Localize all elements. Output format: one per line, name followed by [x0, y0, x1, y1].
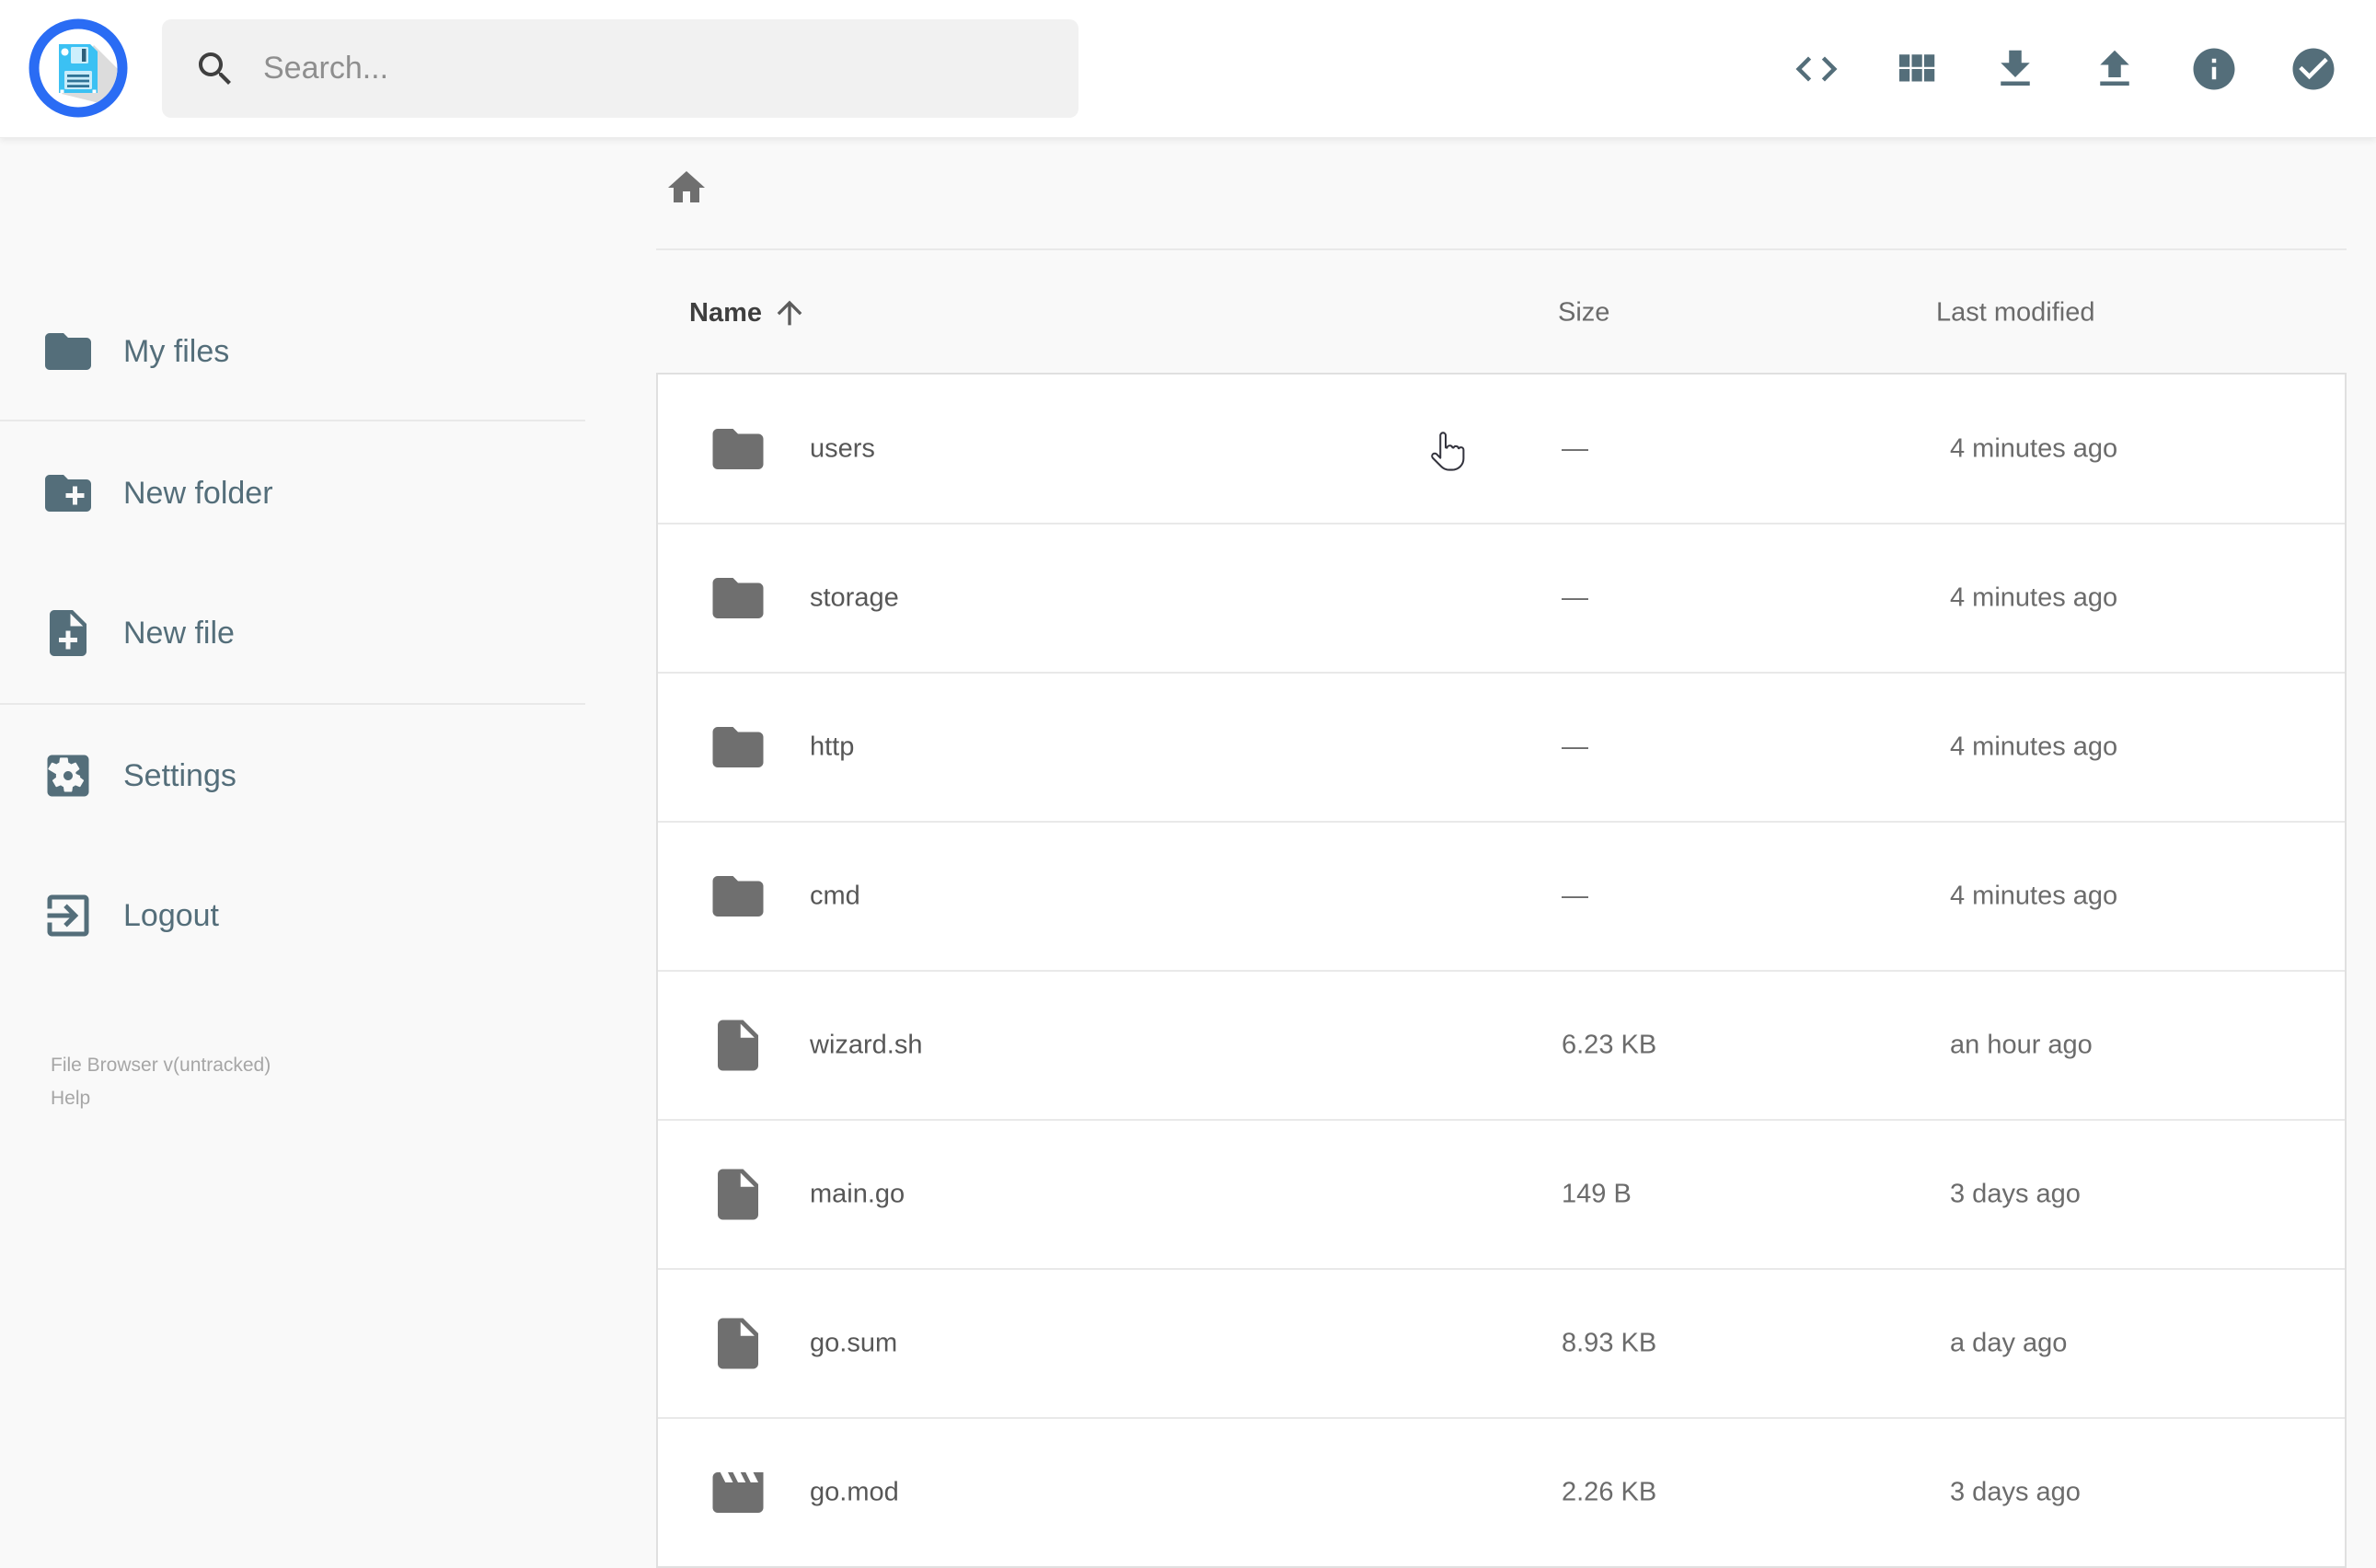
file-size: — [1562, 881, 1588, 911]
settings-icon [40, 748, 96, 803]
sidebar-item-settings[interactable]: Settings [40, 747, 236, 804]
file-size: 6.23 KB [1562, 1030, 1657, 1060]
file-size: 8.93 KB [1562, 1328, 1657, 1358]
app-version: File Browser v(untracked) [51, 1055, 271, 1076]
file-modified: 4 minutes ago [1950, 732, 2118, 762]
file-size: — [1562, 732, 1588, 762]
arrow-up-icon [771, 294, 808, 331]
file-modified: 4 minutes ago [1950, 881, 2118, 911]
table-row[interactable]: go.mod 2.26 KB 3 days ago [658, 1417, 2345, 1566]
table-row[interactable]: users — 4 minutes ago [658, 375, 2345, 523]
sidebar-item-my-files[interactable]: My files [40, 323, 229, 380]
column-header-modified[interactable]: Last modified [1936, 298, 2095, 329]
file-modified: 4 minutes ago [1950, 582, 2118, 613]
file-name: http [810, 732, 855, 762]
file-modified: 3 days ago [1950, 1477, 2081, 1507]
top-bar [0, 0, 2376, 138]
folder-icon [708, 568, 768, 628]
file-size: — [1562, 433, 1588, 463]
sidebar-item-label: New file [123, 615, 235, 651]
file-size: 2.26 KB [1562, 1477, 1657, 1507]
breadcrumb-divider [656, 248, 2347, 250]
folder-icon [708, 419, 768, 479]
table-row[interactable]: go.sum 8.93 KB a day ago [658, 1268, 2345, 1417]
search-input[interactable] [263, 51, 1036, 86]
sidebar-item-label: Settings [123, 757, 236, 793]
file-modified: a day ago [1950, 1328, 2068, 1358]
table-row[interactable]: wizard.sh 6.23 KB an hour ago [658, 970, 2345, 1119]
table-row[interactable]: main.go 149 B 3 days ago [658, 1119, 2345, 1268]
file-name: go.mod [810, 1477, 899, 1507]
sidebar: My files New folder New file Settings Lo… [0, 138, 585, 1528]
floppy-disk-logo-icon [29, 18, 128, 118]
sidebar-item-new-folder[interactable]: New folder [40, 465, 273, 522]
file-name: main.go [810, 1179, 905, 1209]
search-icon [193, 47, 237, 91]
file-modified: 4 minutes ago [1950, 433, 2118, 463]
column-header-size[interactable]: Size [1558, 298, 1609, 329]
file-name: cmd [810, 881, 860, 911]
file-icon [708, 1313, 768, 1374]
header-actions [1792, 0, 2338, 138]
search-bar[interactable] [162, 19, 1078, 118]
sidebar-item-label: New folder [123, 475, 273, 511]
file-size: 149 B [1562, 1179, 1632, 1209]
file-icon [708, 1015, 768, 1076]
movie-icon [708, 1462, 768, 1523]
column-name-label: Name [689, 297, 762, 328]
new-file-icon [40, 605, 96, 661]
table-row[interactable]: storage — 4 minutes ago [658, 523, 2345, 672]
sidebar-item-label: Logout [123, 897, 219, 933]
logout-icon [40, 888, 96, 943]
file-icon [708, 1164, 768, 1225]
help-link[interactable]: Help [51, 1082, 271, 1115]
sidebar-divider [0, 420, 585, 421]
folder-icon [708, 717, 768, 778]
sidebar-item-label: My files [123, 333, 230, 369]
column-header-name[interactable]: Name [689, 294, 808, 331]
sidebar-item-logout[interactable]: Logout [40, 887, 219, 944]
file-name: wizard.sh [810, 1030, 923, 1060]
file-listing: users — 4 minutes ago storage — 4 minute… [656, 373, 2347, 1568]
info-icon[interactable] [2189, 44, 2239, 94]
table-row[interactable]: http — 4 minutes ago [658, 672, 2345, 821]
grid-view-icon[interactable] [1891, 44, 1941, 94]
upload-icon[interactable] [2090, 44, 2140, 94]
file-modified: 3 days ago [1950, 1179, 2081, 1209]
file-modified: an hour ago [1950, 1030, 2093, 1060]
check-circle-icon[interactable] [2289, 44, 2338, 94]
sidebar-divider [0, 703, 585, 705]
file-size: — [1562, 582, 1588, 613]
file-name: go.sum [810, 1328, 898, 1358]
file-name: storage [810, 582, 899, 613]
sidebar-item-new-file[interactable]: New file [40, 605, 235, 662]
code-icon[interactable] [1792, 44, 1841, 94]
table-row[interactable]: cmd — 4 minutes ago [658, 821, 2345, 970]
folder-icon [708, 866, 768, 927]
download-icon[interactable] [1990, 44, 2040, 94]
listing-header: Name Size Last modified [656, 276, 2347, 350]
app-logo[interactable] [29, 18, 128, 118]
folder-icon [40, 324, 96, 379]
new-folder-icon [40, 466, 96, 521]
breadcrumb-home-icon[interactable] [664, 166, 709, 210]
file-name: users [810, 433, 875, 463]
sidebar-footer: File Browser v(untracked) Help [51, 1049, 271, 1115]
